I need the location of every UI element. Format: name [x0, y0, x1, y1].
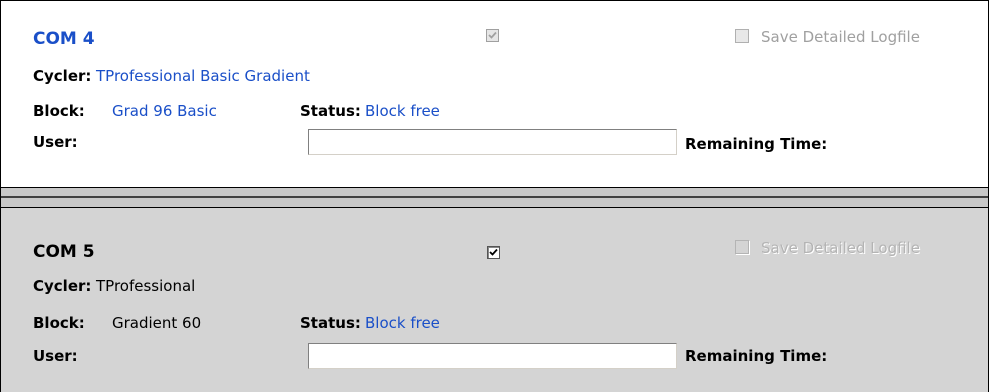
com5-status-value: Block free	[365, 314, 440, 332]
com5-block-label: Block:	[33, 314, 85, 332]
com5-title: COM 5	[33, 242, 95, 262]
com4-block-value: Grad 96 Basic	[112, 102, 217, 120]
com5-save-log-checkbox[interactable]	[735, 240, 749, 254]
com4-cycler-label: Cycler:	[33, 67, 92, 85]
com4-panel: COM 4 Save Detailed Logfile Cycler: TPro…	[0, 0, 989, 188]
com5-remaining-time-label: Remaining Time:	[685, 347, 828, 365]
com4-status-value: Block free	[365, 102, 440, 120]
com4-block-label: Block:	[33, 102, 85, 120]
com4-save-log-checkbox[interactable]	[735, 29, 749, 43]
com5-save-log-label: Save Detailed Logfile	[761, 239, 920, 257]
separator-line	[1, 196, 988, 198]
com5-cycler-label: Cycler:	[33, 277, 92, 295]
com4-status-label: Status:	[300, 102, 361, 120]
com5-block-value: Gradient 60	[112, 314, 202, 332]
panel-separator	[0, 188, 989, 207]
com5-user-field[interactable]	[308, 343, 677, 369]
com5-panel: COM 5 Save Detailed Logfile Cycler: TPro…	[0, 207, 989, 392]
com4-save-log-label: Save Detailed Logfile	[761, 28, 920, 46]
com5-status-label: Status:	[300, 314, 361, 332]
com4-user-field[interactable]	[308, 129, 677, 155]
com4-active-checkbox[interactable]	[486, 29, 499, 42]
com5-user-label: User:	[33, 347, 78, 365]
com4-user-label: User:	[33, 133, 78, 151]
com4-title: COM 4	[33, 29, 95, 49]
check-icon	[488, 31, 497, 39]
com5-cycler-value: TProfessional	[96, 277, 196, 295]
com4-cycler-value: TProfessional Basic Gradient	[96, 67, 310, 85]
com5-active-checkbox[interactable]	[487, 246, 500, 259]
com4-remaining-time-label: Remaining Time:	[685, 135, 828, 153]
check-icon	[489, 248, 498, 256]
